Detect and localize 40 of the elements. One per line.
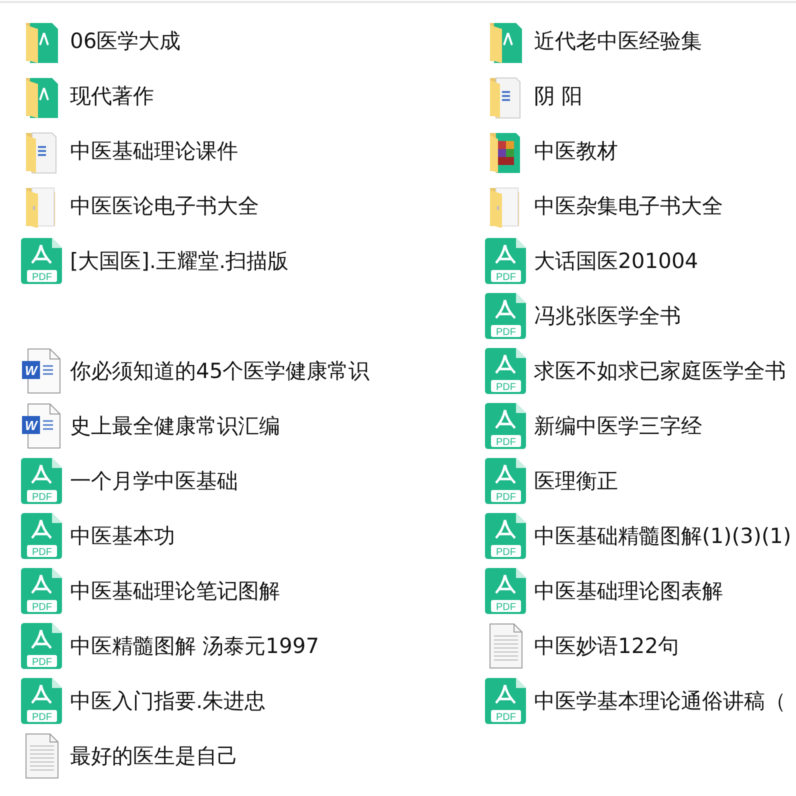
pdf-file-icon: PDF [20, 456, 64, 504]
file-name[interactable]: 中医教材 [534, 136, 618, 164]
file-name[interactable]: 你必须知道的45个医学健康常识 [70, 356, 370, 384]
file-name[interactable]: 一个月学中医基础 [70, 466, 238, 494]
file-name[interactable]: 大话国医201004 [534, 246, 698, 274]
pdf-file-icon: PDF [484, 292, 528, 340]
pdf-file-icon: PDF [484, 236, 528, 284]
pdf-file-icon: PDF [20, 566, 64, 614]
pdf-file-icon: PDF [20, 622, 64, 670]
file-name[interactable]: [大国医].王耀堂.扫描版 [70, 246, 289, 274]
file-name[interactable]: 中医精髓图解 汤泰元1997 [70, 632, 320, 660]
file-name[interactable]: 中医基本功 [70, 522, 175, 550]
file-name[interactable]: 中医妙语122句 [534, 632, 680, 660]
file-name[interactable]: 阴 阳 [534, 82, 583, 110]
pdf-file-icon: PDF [484, 512, 528, 560]
file-name[interactable]: 新编中医学三字经 [534, 412, 702, 440]
file-name[interactable]: 中医基础理论笔记图解 [70, 576, 280, 604]
pdf-file-icon: PDF [484, 346, 528, 394]
pdf-file-icon: PDF [20, 512, 64, 560]
file-name[interactable]: 冯兆张医学全书 [534, 302, 681, 330]
file-name[interactable]: 中医基础精髓图解(1)(3)(1) [534, 522, 792, 550]
file-name[interactable]: 现代著作 [70, 82, 154, 110]
pdf-file-icon: PDF [484, 566, 528, 614]
file-name[interactable]: 中医基础理论课件 [70, 136, 238, 164]
pdf-file-icon: PDF [484, 402, 528, 450]
pdf-file-icon: PDF [484, 456, 528, 504]
pdf-file-icon: PDF [484, 676, 528, 724]
pdf-file-icon: PDF [20, 236, 64, 284]
file-name[interactable]: 中医杂集电子书大全 [534, 192, 723, 220]
file-name[interactable]: 近代老中医经验集 [534, 26, 702, 54]
file-name[interactable]: 中医学基本理论通俗讲稿（ [534, 686, 786, 714]
file-name[interactable]: 中医医论电子书大全 [70, 192, 259, 220]
file-name[interactable]: 中医基础理论图表解 [534, 576, 723, 604]
file-name[interactable]: 最好的医生是自己 [70, 742, 238, 770]
file-name[interactable]: 医理衡正 [534, 466, 618, 494]
file-name[interactable]: 中医入门指要.朱进忠 [70, 686, 266, 714]
pdf-file-icon: PDF [20, 676, 64, 724]
file-name[interactable]: 史上最全健康常识汇编 [70, 412, 280, 440]
file-name[interactable]: 求医不如求已家庭医学全书 [534, 356, 786, 384]
file-name[interactable]: 06医学大成 [70, 26, 181, 54]
